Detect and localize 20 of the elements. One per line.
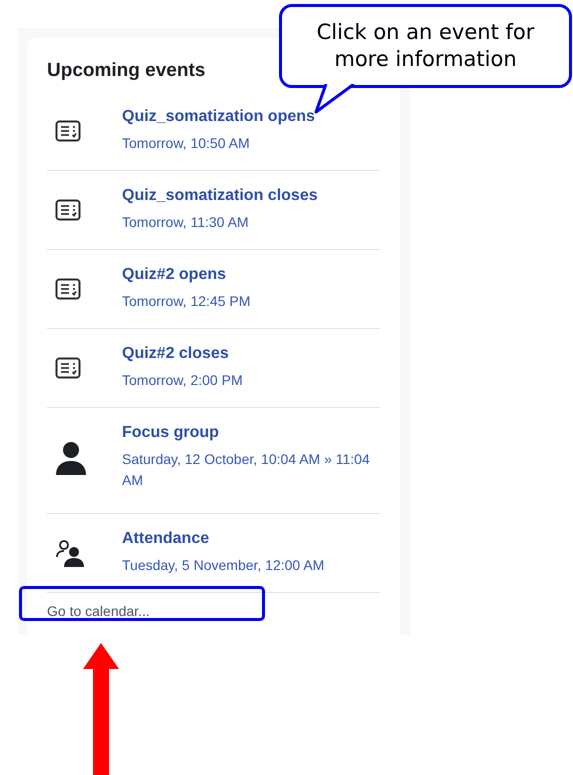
event-link[interactable]: Quiz_somatization closes (122, 187, 318, 205)
group-icon (55, 538, 85, 568)
event-link[interactable]: Quiz#2 closes (122, 345, 229, 363)
event-link[interactable]: Attendance (122, 530, 210, 548)
user-icon (55, 440, 87, 474)
event-date: Saturday, 12 October, 10:04 AM » 11:04 AM (122, 450, 371, 490)
event-date: Tomorrow, 10:50 AM (122, 134, 251, 153)
quiz-icon (55, 199, 81, 221)
event-date: Tomorrow, 12:45 PM (122, 292, 252, 311)
event-link[interactable]: Quiz_somatization opens (122, 108, 315, 126)
event-link[interactable]: Quiz#2 opens (122, 266, 226, 284)
quiz-icon (55, 278, 81, 300)
event-link[interactable]: Focus group (122, 424, 219, 442)
quiz-icon (55, 120, 81, 142)
event-date: Tomorrow, 11:30 AM (122, 213, 250, 232)
event-date: Tuesday, 5 November, 12:00 AM (122, 556, 326, 575)
quiz-icon (55, 357, 81, 379)
event-date: Tomorrow, 2:00 PM (122, 371, 244, 390)
callout-text: Click on an event for more information (316, 18, 536, 73)
calendar-link[interactable]: Go to calendar... (47, 603, 150, 619)
